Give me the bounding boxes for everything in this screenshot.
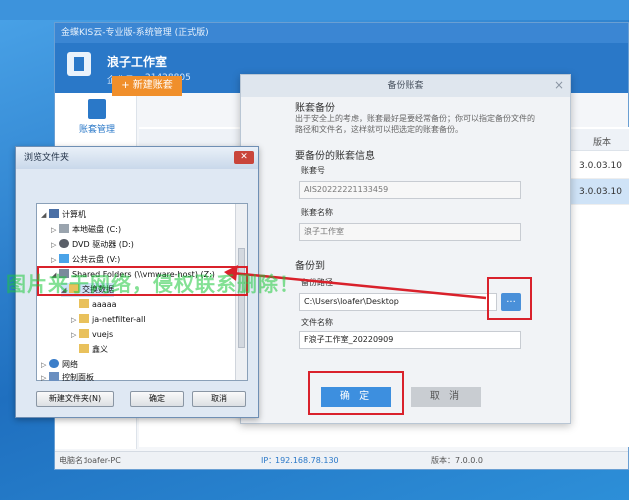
watermark-text: 图片来于网络，侵权联系删除！ xyxy=(6,272,300,296)
annotation-arrow xyxy=(224,265,487,300)
